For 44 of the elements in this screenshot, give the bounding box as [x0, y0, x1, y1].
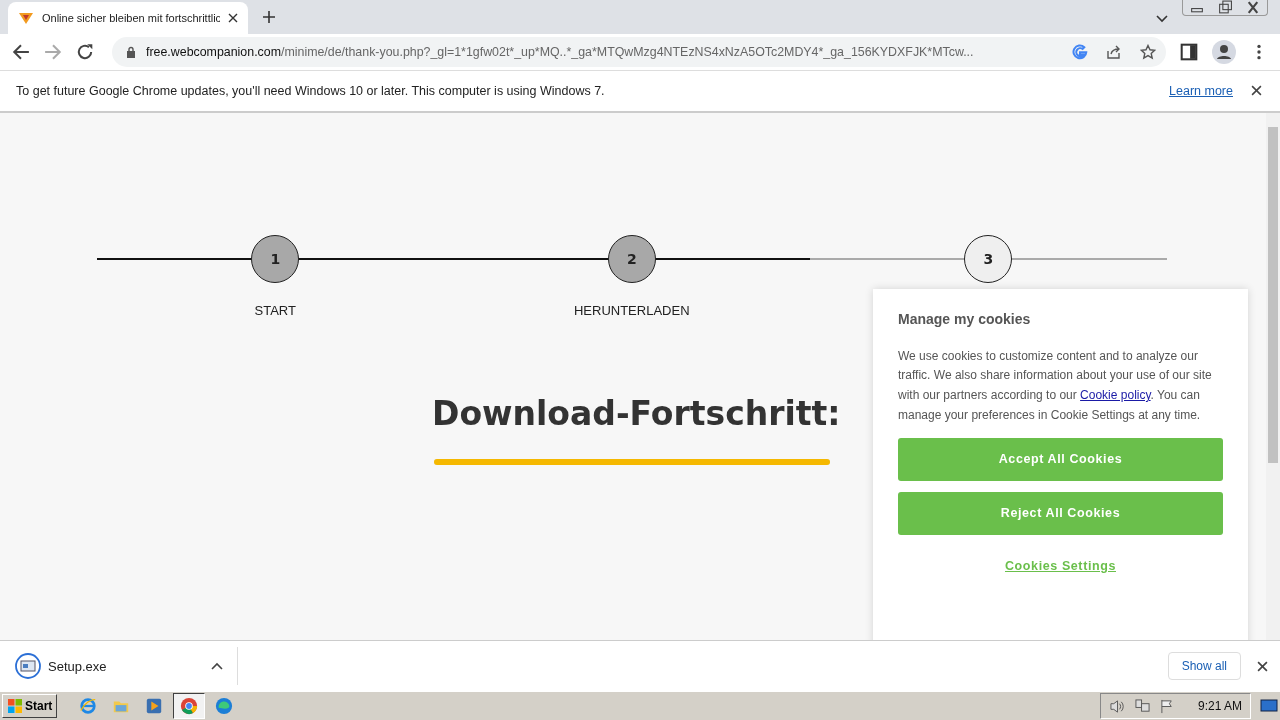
url-text: free.webcompanion.com/minime/de/thank-you.php?_gl=1*1gfw02t*_up*MQ..*_ga*MTQwMzg4NTEzNS4xNzA5OTc2MDY4*_ga_156KYDXFJK*MTcw...	[146, 44, 975, 59]
close-icon[interactable]	[228, 12, 238, 23]
lock-icon	[126, 45, 136, 58]
download-filename[interactable]: Setup.exe	[48, 658, 211, 674]
taskbar-app[interactable]	[173, 693, 206, 720]
chevron-up-icon[interactable]	[211, 662, 223, 671]
back-icon[interactable]	[12, 42, 30, 61]
side-panel-icon[interactable]	[1180, 42, 1198, 61]
step-circle: 1	[251, 234, 300, 283]
cookie-title: Manage my cookies	[898, 310, 1032, 327]
learn-more-link[interactable]: Learn more	[1169, 83, 1233, 98]
chevron-down-icon[interactable]	[1156, 14, 1168, 23]
close-icon[interactable]	[1257, 660, 1268, 672]
network-icon[interactable]	[1133, 698, 1151, 714]
scrollbar[interactable]	[1266, 112, 1280, 641]
edge-icon	[215, 697, 234, 716]
media-player-icon	[145, 697, 164, 716]
infobar-message: To get future Google Chrome updates, you'll need Windows 10 or later. This computer is using Windows 7.	[16, 83, 606, 98]
tab-title: Online sicher bleiben mit fortschrittlic	[42, 11, 220, 24]
step-circle: 2	[607, 234, 656, 283]
start-button[interactable]: Start	[2, 694, 58, 719]
file-icon	[15, 653, 41, 680]
step-circle: 3	[964, 234, 1013, 283]
google-icon[interactable]	[1072, 43, 1088, 60]
profile-icon[interactable]	[1212, 39, 1236, 64]
new-tab-icon[interactable]	[262, 9, 276, 24]
step-label: HERUNTERLADEN	[573, 302, 690, 318]
clock-time: 9:21 AM	[1197, 699, 1242, 714]
windows-logo-icon	[7, 698, 23, 715]
step-label: START	[254, 302, 296, 318]
close-icon[interactable]	[1251, 85, 1262, 97]
volume-icon[interactable]	[1108, 698, 1126, 714]
star-icon[interactable]	[1140, 43, 1156, 60]
cookie-text: We use cookies to customize content and to analyze our traffic. We also share information about your use of our site with our partners according to our Cookie policy. You can manage your preferences in Cookie Settings at any time.	[898, 347, 1213, 424]
progress-title: Download-Fortschritt:	[432, 393, 841, 433]
internet-explorer-icon	[79, 697, 98, 716]
reload-icon[interactable]	[76, 42, 94, 61]
share-icon[interactable]	[1106, 43, 1122, 60]
show-desktop-icon[interactable]	[1260, 698, 1278, 715]
chrome-icon	[180, 697, 199, 716]
show-all-button[interactable]: Show all	[1167, 652, 1241, 681]
browser-tab[interactable]: Online sicher bleiben mit fortschrittlic	[8, 1, 248, 34]
cookie-policy-link[interactable]: Cookie policy	[1080, 388, 1151, 403]
address-bar[interactable]: free.webcompanion.com/minime/de/thank-you.php?_gl=1*1gfw02t*_up*MQ..*_ga*MTQwMzg4NTEzNS4xNzA5OTc2MDY4*_ga_156KYDXFJK*MTcw...	[112, 36, 1166, 67]
